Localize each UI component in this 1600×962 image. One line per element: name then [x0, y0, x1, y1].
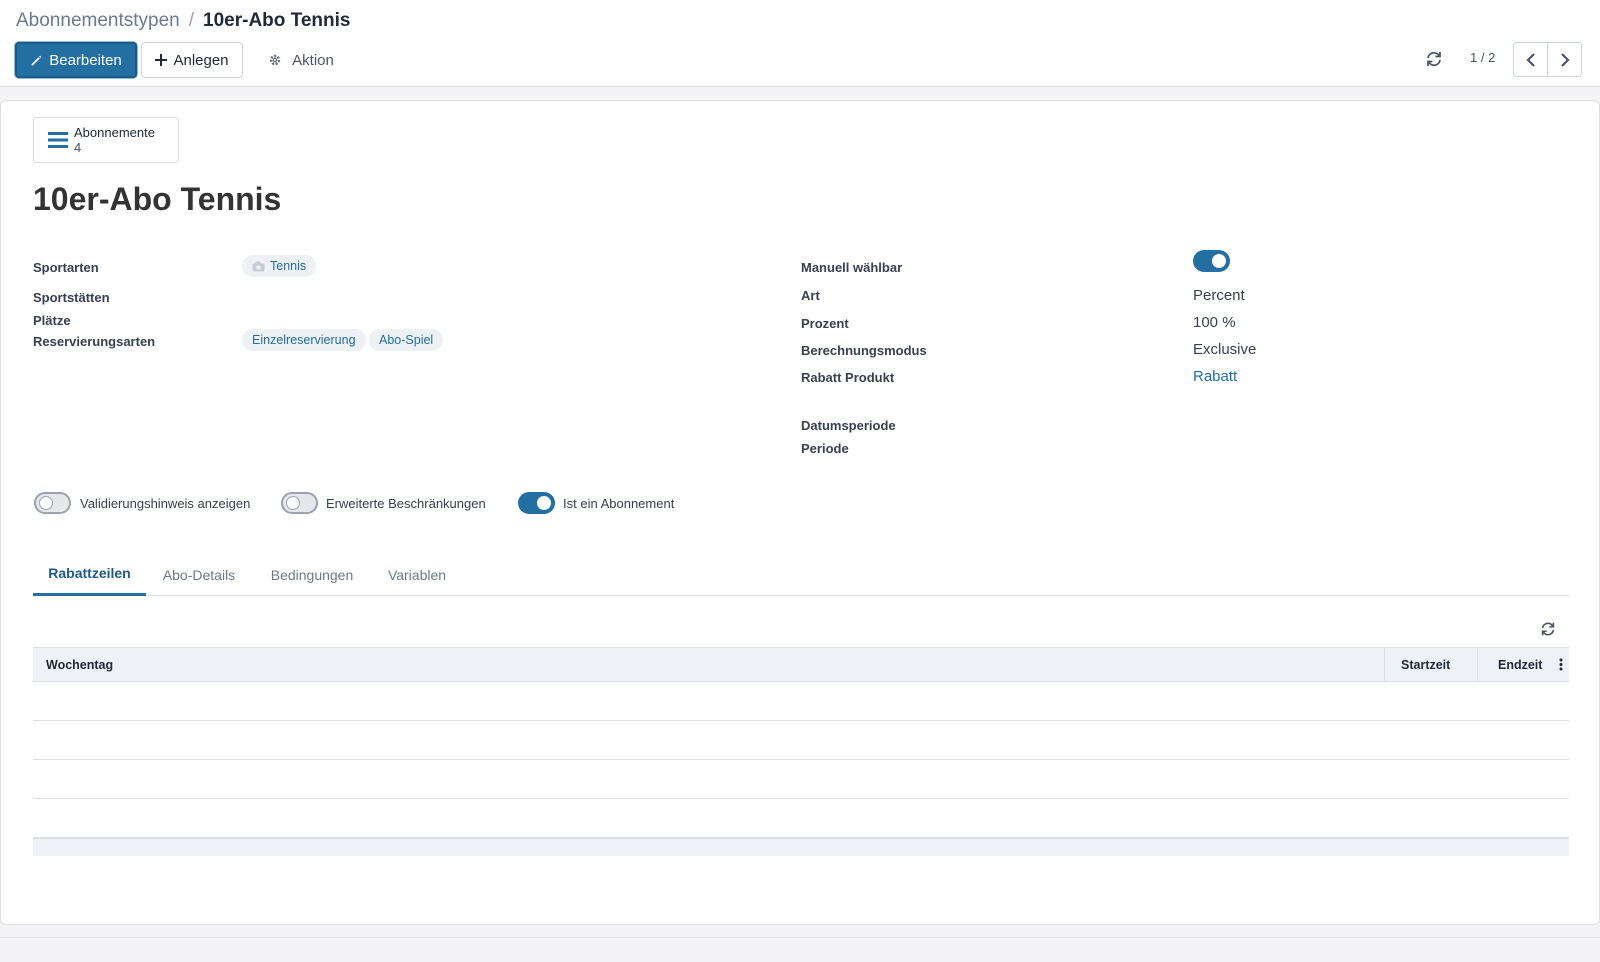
berechnungsmodus-value: Exclusive: [1193, 341, 1257, 358]
pager-value[interactable]: 1 / 2: [1470, 50, 1495, 65]
edit-button-label: Bearbeiten: [49, 51, 122, 69]
sportarten-tag[interactable]: Tennis: [242, 255, 317, 277]
reservierungsart-tag-label: Einzelreservierung: [252, 333, 356, 347]
smart-button-label: Abonnemente: [74, 125, 155, 140]
rabatt-produkt-link[interactable]: Rabatt: [1193, 368, 1237, 385]
column-header-startzeit[interactable]: Startzeit: [1401, 648, 1450, 681]
breadcrumb-parent-link[interactable]: Abonnementstypen: [16, 10, 180, 32]
validierungshinweis-toggle[interactable]: [34, 492, 71, 514]
rabatt-produkt-label: Rabatt Produkt: [801, 370, 895, 385]
column-options-icon[interactable]: [1559, 658, 1563, 671]
manuell-waehlbar-label: Manuell wählbar: [801, 260, 903, 275]
refresh-icon[interactable]: [1539, 620, 1557, 638]
table-footer: [33, 838, 1569, 856]
breadcrumb: Abonnementstypen / 10er-Abo Tennis: [16, 10, 350, 32]
table-header: Wochentag Startzeit Endzeit: [33, 647, 1569, 682]
plaetze-label: Plätze: [33, 313, 71, 328]
camera-icon: [252, 261, 265, 271]
pencil-icon: [31, 55, 42, 65]
erweiterte-beschraenkungen-toggle[interactable]: [281, 492, 318, 514]
pager-next-button[interactable]: [1547, 42, 1582, 77]
column-divider: [1477, 648, 1478, 681]
subscriptions-smart-button[interactable]: Abonnemente 4: [33, 117, 179, 163]
sportstaetten-label: Sportstätten: [33, 290, 110, 305]
divider: [0, 937, 1600, 938]
art-value: Percent: [1193, 287, 1245, 304]
ist-abonnement-label: Ist ein Abonnement: [563, 496, 675, 511]
erweiterte-beschraenkungen-label: Erweiterte Beschränkungen: [326, 496, 486, 511]
toggle-knob: [39, 496, 53, 510]
prozent-value: 100 %: [1193, 314, 1236, 331]
sportarten-label: Sportarten: [33, 260, 99, 275]
column-divider: [1384, 648, 1385, 681]
plus-icon: [155, 54, 168, 66]
tab-bedingungen[interactable]: Bedingungen: [262, 553, 362, 596]
pager-previous-button[interactable]: [1513, 42, 1548, 77]
gear-icon: [269, 54, 281, 66]
toggle-knob: [286, 496, 300, 510]
edit-button[interactable]: Bearbeiten: [15, 42, 137, 78]
column-header-wochentag[interactable]: Wochentag: [46, 648, 113, 681]
breadcrumb-current: 10er-Abo Tennis: [203, 10, 351, 31]
berechnungsmodus-label: Berechnungsmodus: [801, 343, 927, 358]
list-icon: [48, 132, 68, 148]
action-label: Aktion: [292, 51, 334, 69]
smart-button-count: 4: [74, 140, 82, 155]
datumsperiode-label: Datumsperiode: [801, 418, 896, 433]
chevron-left-icon: [1525, 52, 1535, 67]
refresh-icon[interactable]: [1424, 49, 1444, 69]
reservierungsart-tag[interactable]: Einzelreservierung: [242, 329, 366, 351]
table-row: [33, 799, 1569, 838]
validierungshinweis-label: Validierungshinweis anzeigen: [80, 496, 251, 511]
ist-abonnement-toggle[interactable]: [518, 492, 555, 514]
column-header-endzeit[interactable]: Endzeit: [1498, 648, 1542, 681]
periode-label: Periode: [801, 441, 849, 456]
table-row: [33, 682, 1569, 721]
toggle-knob: [537, 496, 551, 510]
create-button[interactable]: Anlegen: [141, 42, 243, 78]
sportarten-tag-label: Tennis: [270, 259, 307, 273]
reservierungsarten-label: Reservierungsarten: [33, 334, 156, 349]
create-button-label: Anlegen: [173, 51, 229, 69]
record-title: 10er-Abo Tennis: [33, 181, 282, 217]
form-sheet: Abonnemente 4 10er-Abo Tennis Sportarten…: [0, 100, 1600, 925]
prozent-label: Prozent: [801, 316, 849, 331]
action-dropdown[interactable]: Aktion: [258, 42, 344, 78]
art-label: Art: [801, 288, 820, 303]
toggle-knob: [1212, 254, 1226, 268]
manuell-waehlbar-toggle[interactable]: [1193, 250, 1230, 272]
tab-abo-details[interactable]: Abo-Details: [154, 553, 244, 596]
tab-rabattzeilen[interactable]: Rabattzeilen: [33, 553, 146, 596]
discount-lines-table: Wochentag Startzeit Endzeit: [33, 647, 1569, 856]
tab-variablen[interactable]: Variablen: [379, 553, 455, 596]
notebook-tabs: Rabattzeilen Abo-Details Bedingungen Var…: [33, 553, 1569, 596]
table-row: [33, 760, 1569, 799]
reservierungsart-tag[interactable]: Abo-Spiel: [369, 329, 444, 351]
breadcrumb-separator: /: [188, 10, 195, 31]
table-row: [33, 721, 1569, 760]
chevron-right-icon: [1560, 52, 1570, 67]
control-panel: Abonnementstypen / 10er-Abo Tennis Bearb…: [0, 0, 1600, 87]
reservierungsart-tag-label: Abo-Spiel: [379, 333, 434, 347]
